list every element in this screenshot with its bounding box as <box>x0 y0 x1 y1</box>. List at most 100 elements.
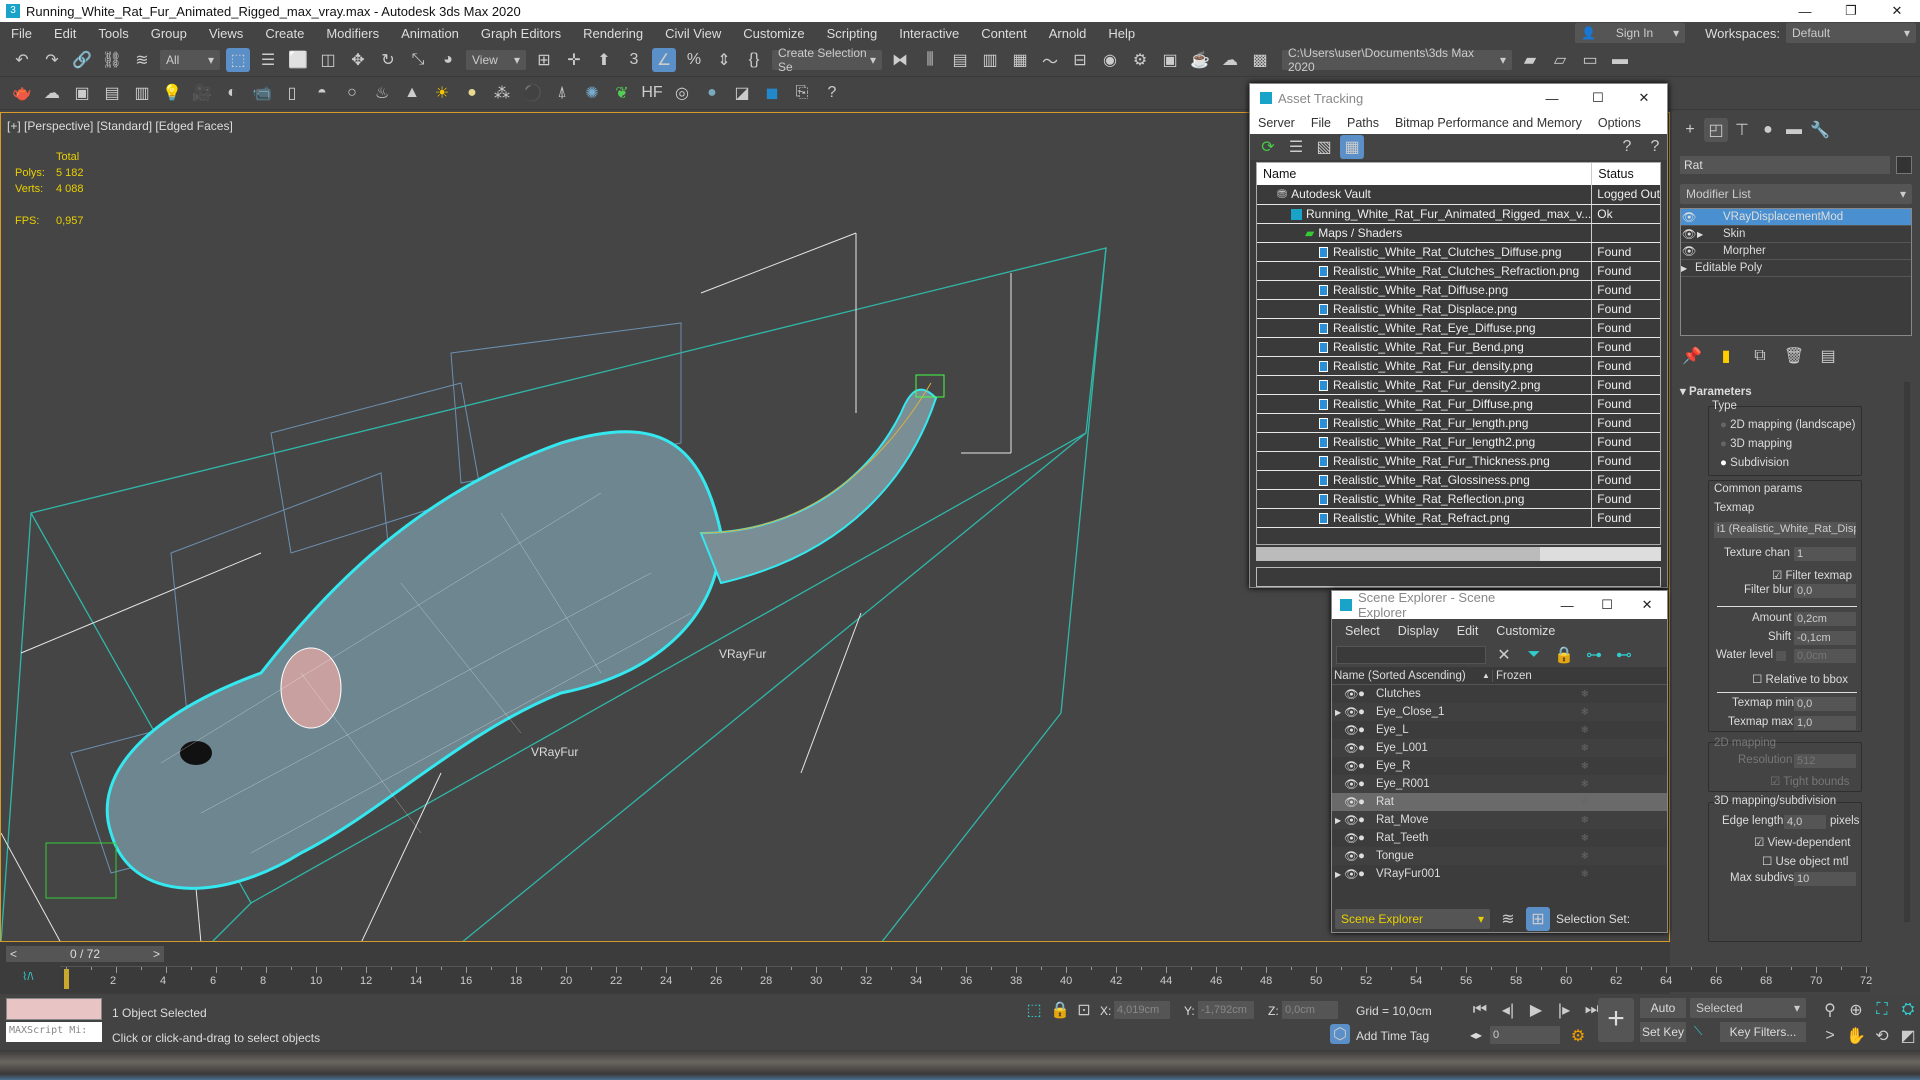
light-lister-icon[interactable]: 💡 <box>160 81 184 105</box>
export-icon[interactable]: ⎘ <box>790 81 814 105</box>
close-button[interactable]: ✕ <box>1874 3 1920 19</box>
visibility-eye-icon[interactable]: 👁 <box>1344 705 1359 719</box>
menu-customize[interactable]: Customize <box>732 26 815 41</box>
explorer-menu-item[interactable]: Customize <box>1487 624 1564 638</box>
frozen-toggle-icon[interactable]: ❄ <box>1581 797 1589 808</box>
menu-modifiers[interactable]: Modifiers <box>315 26 390 41</box>
frozen-toggle-icon[interactable]: ❄ <box>1581 833 1589 844</box>
scene-object-row[interactable]: 👁 ● Eye_R001 ❄ <box>1332 775 1667 793</box>
asset-tracking-titlebar[interactable]: Asset Tracking — ☐ ✕ <box>1250 84 1667 112</box>
window-crossing-icon[interactable]: ◫ <box>316 48 340 72</box>
modifier-toggle-eye-icon[interactable]: 👁 <box>1681 244 1697 258</box>
video-camera-icon[interactable]: 📹 <box>250 81 274 105</box>
expand-arrow-icon[interactable]: ▶ <box>1332 816 1344 825</box>
object-color-swatch[interactable] <box>1896 156 1912 174</box>
filter-blur-spinner[interactable]: 0,0 <box>1794 584 1856 598</box>
asset-row[interactable]: Realistic_White_Rat_Fur_length2.png Found <box>1257 432 1660 452</box>
modifier-stack-item[interactable]: 👁 Morpher <box>1681 243 1911 260</box>
plane-light-icon[interactable]: ▯ <box>280 81 304 105</box>
rollout-header[interactable]: ▾ Parameters <box>1680 384 1752 398</box>
help-icon[interactable]: ? <box>1615 135 1639 159</box>
current-frame-marker[interactable] <box>64 969 69 989</box>
visibility-eye-icon[interactable]: 👁 <box>1344 795 1359 809</box>
frozen-toggle-icon[interactable]: ❄ <box>1581 725 1589 736</box>
menu-views[interactable]: Views <box>198 26 254 41</box>
scene-object-row[interactable]: 👁 ● Tongue ❄ <box>1332 847 1667 865</box>
project-set-icon[interactable]: ▬ <box>1608 48 1632 72</box>
rat-body-mesh[interactable] <box>105 430 723 890</box>
ambient-light-icon[interactable]: ● <box>460 81 484 105</box>
menu-arnold[interactable]: Arnold <box>1038 26 1098 41</box>
scene-object-row[interactable]: 👁 ● Rat ❄ <box>1332 793 1667 811</box>
expand-arrow-icon[interactable]: ▶ <box>1332 708 1344 717</box>
menu-edit[interactable]: Edit <box>43 26 87 41</box>
edge-length-spinner[interactable]: 4,0 <box>1784 815 1826 829</box>
viewport-label[interactable]: [+] [Perspective] [Standard] [Edged Face… <box>7 119 233 133</box>
thumbnail-view-icon[interactable]: ▧ <box>1312 135 1336 159</box>
maximize-button[interactable]: ☐ <box>1587 597 1627 613</box>
time-config-icon[interactable]: ⚙ <box>1566 1024 1590 1048</box>
expand-arrow-icon[interactable]: ▶ <box>1332 870 1344 879</box>
maximize-button[interactable]: ❐ <box>1828 3 1874 19</box>
maximize-button[interactable]: ☐ <box>1575 90 1621 106</box>
visibility-eye-icon[interactable]: 👁 <box>1344 687 1359 701</box>
motion-tab-icon[interactable]: ● <box>1756 118 1780 142</box>
menu-file[interactable]: File <box>0 26 43 41</box>
water-level-checkbox[interactable] <box>1776 651 1786 661</box>
texture-chan-spinner[interactable]: 1 <box>1794 547 1856 561</box>
teapot-icon[interactable]: 🫖 <box>10 81 34 105</box>
asset-row[interactable]: Realistic_White_Rat_Displace.png Found <box>1257 299 1660 319</box>
key-mode-icon[interactable]: ◂▸ <box>1470 1028 1482 1042</box>
explorer-menu-item[interactable]: Display <box>1389 624 1448 638</box>
set-key-big-button[interactable]: + <box>1598 998 1634 1042</box>
angle-snap-icon[interactable]: ∠ <box>652 48 676 72</box>
absolute-mode-icon[interactable]: ⊡ <box>1072 998 1096 1022</box>
zoom-all-icon[interactable]: ⊕ <box>1844 998 1868 1022</box>
refresh-icon[interactable]: ⟳ <box>1256 135 1280 159</box>
menu-animation[interactable]: Animation <box>390 26 470 41</box>
asset-row[interactable]: Realistic_White_Rat_Glossiness.png Found <box>1257 470 1660 490</box>
scene-object-row[interactable]: ▶ 👁 ● Rat_Move ❄ <box>1332 811 1667 829</box>
type-radio[interactable]: ● 3D mapping <box>1720 438 1792 450</box>
y-coordinate-field[interactable]: -1,792cm <box>1198 1001 1254 1019</box>
curve-editor-mini-icon[interactable]: ⌇/\ <box>22 970 33 983</box>
redo-icon[interactable]: ↷ <box>40 48 64 72</box>
frozen-toggle-icon[interactable]: ❄ <box>1581 743 1589 754</box>
visibility-eye-icon[interactable]: 👁 <box>1344 759 1359 773</box>
undo-icon[interactable]: ↶ <box>10 48 34 72</box>
modifier-stack-item[interactable]: 👁 VRayDisplacementMod <box>1681 209 1911 226</box>
column-header-name[interactable]: Name (Sorted Ascending) <box>1332 670 1482 682</box>
volume-icon[interactable]: ✺ <box>580 81 604 105</box>
x-coordinate-field[interactable]: 4,019cm <box>1114 1001 1170 1019</box>
type-radio[interactable]: ● 2D mapping (landscape) <box>1720 419 1855 431</box>
water-level-spinner[interactable]: 0,0cm <box>1794 649 1856 663</box>
menu-tools[interactable]: Tools <box>87 26 139 41</box>
next-frame-icon[interactable]: |▸ <box>1552 998 1576 1022</box>
material-editor-icon[interactable]: ◉ <box>1098 48 1122 72</box>
tight-bounds-checkbox[interactable]: ☑ Tight bounds <box>1770 774 1849 788</box>
asset-menu-item[interactable]: File <box>1303 116 1339 130</box>
frozen-toggle-icon[interactable]: ❄ <box>1581 815 1589 826</box>
path-field[interactable] <box>1256 567 1661 587</box>
select-by-name-icon[interactable]: ☰ <box>256 48 280 72</box>
scene-object-row[interactable]: 👁 ● Rat_Teeth ❄ <box>1332 829 1667 847</box>
menu-group[interactable]: Group <box>140 26 198 41</box>
menu-interactive[interactable]: Interactive <box>888 26 970 41</box>
snaps-toggle-icon[interactable]: 3 <box>622 48 646 72</box>
workspace-dropdown[interactable]: Default ▾ <box>1786 23 1916 43</box>
remove-modifier-icon[interactable]: 🗑 <box>1782 344 1806 368</box>
sign-in-button[interactable]: 👤 Sign In ▾ <box>1575 23 1686 43</box>
panel-scrollbar[interactable] <box>1904 382 1910 922</box>
texmap-button[interactable]: i1 (Realistic_White_Rat_Displa <box>1714 522 1856 538</box>
scene-object-row[interactable]: 👁 ● Eye_R ❄ <box>1332 757 1667 775</box>
add-time-tag-button[interactable]: Add Time Tag <box>1356 1029 1429 1043</box>
schematic-view-icon[interactable]: ⊟ <box>1068 48 1092 72</box>
next-frame-icon[interactable]: > <box>153 947 160 961</box>
explorer-menu-item[interactable]: Edit <box>1448 624 1488 638</box>
project-open-icon[interactable]: ▱ <box>1548 48 1572 72</box>
bind-spacewarp-icon[interactable]: ≋ <box>130 48 154 72</box>
asset-row[interactable]: Realistic_White_Rat_Fur_Diffuse.png Found <box>1257 394 1660 414</box>
menu-graph-editors[interactable]: Graph Editors <box>470 26 572 41</box>
asset-row[interactable]: Realistic_White_Rat_Refract.png Found <box>1257 508 1660 528</box>
hierarchy-tab-icon[interactable]: ⊤ <box>1730 118 1754 142</box>
